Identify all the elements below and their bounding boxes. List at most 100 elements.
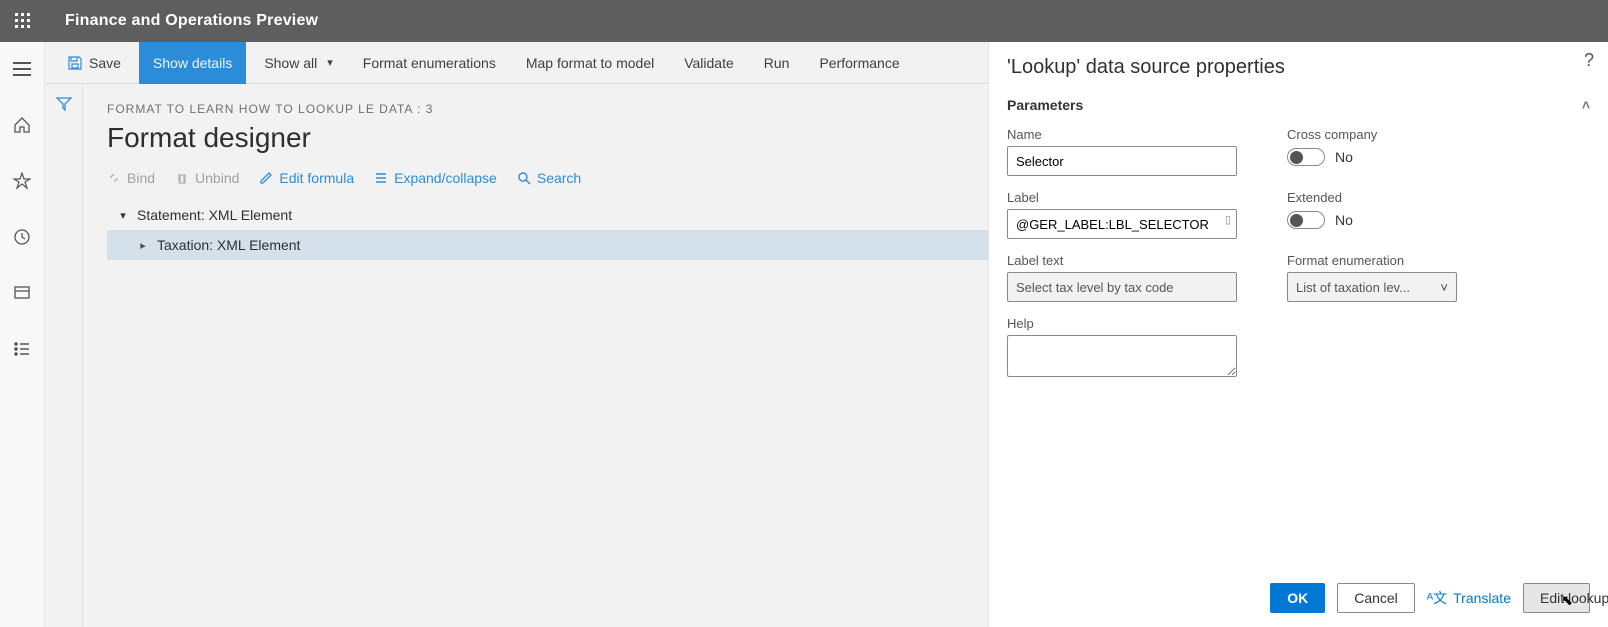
left-nav-rail bbox=[0, 42, 45, 627]
chevron-up-icon: ˄ bbox=[1582, 97, 1590, 113]
unbind-button[interactable]: Unbind bbox=[175, 170, 239, 186]
show-all-button[interactable]: Show all ▾ bbox=[252, 42, 344, 84]
labeltext-field-label: Label text bbox=[1007, 253, 1237, 268]
favorites-button[interactable] bbox=[0, 164, 45, 198]
map-format-label: Map format to model bbox=[526, 55, 654, 71]
toggle-knob bbox=[1290, 214, 1303, 227]
expand-collapse-label: Expand/collapse bbox=[394, 170, 497, 186]
format-enumerations-button[interactable]: Format enumerations bbox=[351, 42, 508, 84]
search-icon bbox=[517, 171, 531, 185]
workspaces-button[interactable] bbox=[0, 276, 45, 310]
ok-button[interactable]: OK bbox=[1270, 583, 1325, 613]
hamburger-icon bbox=[13, 62, 31, 76]
edit-formula-label: Edit formula bbox=[279, 170, 354, 186]
tree-node-label: Statement: XML Element bbox=[131, 207, 292, 223]
save-button[interactable]: Save bbox=[55, 42, 133, 84]
show-details-button[interactable]: Show details bbox=[139, 42, 246, 84]
modules-button[interactable] bbox=[0, 332, 45, 366]
pencil-icon bbox=[259, 171, 273, 185]
parameters-form: Name Cross company No Label ▯ bbox=[1007, 127, 1590, 380]
cross-company-label: Cross company bbox=[1287, 127, 1487, 142]
name-field-group: Name bbox=[1007, 127, 1237, 176]
toggle-knob bbox=[1290, 151, 1303, 164]
panel-title: 'Lookup' data source properties bbox=[1007, 56, 1590, 79]
section-label: Parameters bbox=[1007, 97, 1083, 113]
label-input[interactable] bbox=[1007, 209, 1237, 239]
validate-label: Validate bbox=[684, 55, 734, 71]
translate-button[interactable]: ᴬ文 Translate bbox=[1427, 588, 1511, 608]
edit-lookup-label: Edit lookup bbox=[1540, 590, 1608, 606]
unbind-label: Unbind bbox=[195, 170, 239, 186]
list-icon bbox=[13, 340, 31, 358]
app-title: Finance and Operations Preview bbox=[45, 12, 318, 30]
format-enum-field-group: Format enumeration List of taxation lev.… bbox=[1287, 253, 1487, 302]
tree-node-label: Taxation: XML Element bbox=[151, 237, 300, 253]
search-button[interactable]: Search bbox=[517, 170, 581, 186]
clock-icon bbox=[13, 228, 31, 246]
expander-closed-icon[interactable]: ▸ bbox=[135, 239, 151, 252]
list-icon bbox=[374, 171, 388, 185]
save-label: Save bbox=[89, 55, 121, 71]
bind-button[interactable]: Bind bbox=[107, 170, 155, 186]
performance-button[interactable]: Performance bbox=[807, 42, 911, 84]
validate-button[interactable]: Validate bbox=[672, 42, 746, 84]
translate-label: Translate bbox=[1453, 590, 1511, 606]
parameters-section-header[interactable]: Parameters ˄ bbox=[1007, 97, 1590, 113]
extended-field-group: Extended No bbox=[1287, 190, 1487, 229]
home-button[interactable] bbox=[0, 108, 45, 142]
expander-open-icon[interactable]: ▾ bbox=[115, 209, 131, 222]
waffle-icon bbox=[15, 13, 31, 29]
recent-button[interactable] bbox=[0, 220, 45, 254]
show-details-label: Show details bbox=[153, 55, 232, 71]
home-icon bbox=[13, 116, 31, 134]
top-app-bar: Finance and Operations Preview bbox=[0, 0, 1608, 42]
bind-label: Bind bbox=[127, 170, 155, 186]
panel-footer: OK Cancel ᴬ文 Translate Edit lookup⬉ bbox=[1007, 567, 1590, 613]
ok-label: OK bbox=[1287, 590, 1308, 606]
lookup-icon[interactable]: ▯ bbox=[1225, 213, 1231, 226]
show-all-label: Show all bbox=[264, 55, 317, 71]
name-input[interactable] bbox=[1007, 146, 1237, 176]
trash-icon bbox=[175, 171, 189, 185]
workspace-icon bbox=[13, 284, 31, 302]
cross-company-toggle[interactable] bbox=[1287, 148, 1325, 166]
format-enum-value: List of taxation lev... bbox=[1296, 280, 1410, 295]
run-button[interactable]: Run bbox=[752, 42, 802, 84]
run-label: Run bbox=[764, 55, 790, 71]
help-icon: ? bbox=[1584, 50, 1594, 70]
labeltext-readonly: Select tax level by tax code bbox=[1007, 272, 1237, 302]
properties-panel: ? 'Lookup' data source properties Parame… bbox=[988, 42, 1608, 627]
format-enum-label: Format enumeration bbox=[1287, 253, 1487, 268]
extended-label: Extended bbox=[1287, 190, 1487, 205]
help-field-group: Help bbox=[1007, 316, 1237, 380]
app-launcher-button[interactable] bbox=[0, 0, 45, 42]
search-label: Search bbox=[537, 170, 581, 186]
filter-icon[interactable] bbox=[56, 96, 72, 627]
map-format-button[interactable]: Map format to model bbox=[514, 42, 666, 84]
format-enum-label: Format enumerations bbox=[363, 55, 496, 71]
help-field-label: Help bbox=[1007, 316, 1237, 331]
edit-lookup-button[interactable]: Edit lookup⬉ bbox=[1523, 583, 1590, 613]
format-enum-select[interactable]: List of taxation lev... ˅ bbox=[1287, 272, 1457, 302]
name-field-label: Name bbox=[1007, 127, 1237, 142]
translate-icon: ᴬ文 bbox=[1427, 588, 1447, 608]
filter-strip bbox=[45, 84, 83, 627]
performance-label: Performance bbox=[819, 55, 899, 71]
help-button[interactable]: ? bbox=[1584, 50, 1594, 71]
star-icon bbox=[13, 172, 31, 190]
extended-toggle[interactable] bbox=[1287, 211, 1325, 229]
hamburger-button[interactable] bbox=[0, 52, 45, 86]
edit-formula-button[interactable]: Edit formula bbox=[259, 170, 354, 186]
cancel-button[interactable]: Cancel bbox=[1337, 583, 1415, 613]
cursor-icon: ⬉ bbox=[1561, 592, 1573, 609]
link-icon bbox=[107, 171, 121, 185]
label-field-label: Label bbox=[1007, 190, 1237, 205]
chevron-down-icon: ˅ bbox=[1440, 280, 1448, 295]
cross-company-value: No bbox=[1335, 149, 1353, 165]
label-field-group: Label ▯ bbox=[1007, 190, 1237, 239]
expand-collapse-button[interactable]: Expand/collapse bbox=[374, 170, 497, 186]
cancel-label: Cancel bbox=[1354, 590, 1398, 606]
help-textarea[interactable] bbox=[1007, 335, 1237, 377]
chevron-down-icon: ▾ bbox=[327, 56, 333, 69]
save-icon bbox=[67, 55, 83, 71]
